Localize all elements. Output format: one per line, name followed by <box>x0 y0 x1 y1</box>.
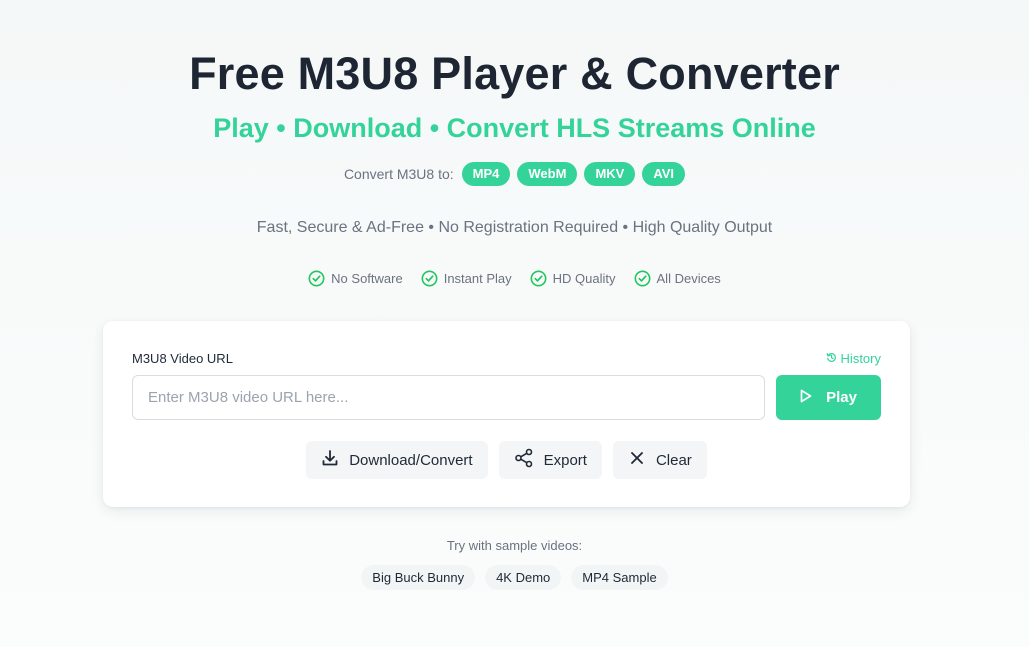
check-circle-icon <box>530 270 547 287</box>
feature-item: Instant Play <box>421 270 512 287</box>
play-button[interactable]: Play <box>776 375 881 420</box>
download-convert-button[interactable]: Download/Convert <box>306 441 488 479</box>
export-button[interactable]: Export <box>498 441 602 479</box>
feature-label: Instant Play <box>443 271 512 286</box>
sample-mp4[interactable]: MP4 Sample <box>571 565 668 590</box>
play-icon <box>800 389 812 407</box>
check-circle-icon <box>634 270 651 287</box>
feature-item: All Devices <box>634 270 721 287</box>
clear-button[interactable]: Clear <box>612 441 707 479</box>
page-title: Free M3U8 Player & Converter <box>189 48 840 99</box>
samples-label: Try with sample videos: <box>446 538 583 553</box>
url-input[interactable] <box>132 375 765 420</box>
history-button[interactable]: History <box>826 351 881 366</box>
sample-4k-demo[interactable]: 4K Demo <box>485 565 562 590</box>
format-badge-avi: AVI <box>642 162 686 186</box>
format-badge-webm: WebM <box>517 162 578 186</box>
format-badge-mp4: MP4 <box>461 162 511 186</box>
sample-list: Big Buck Bunny 4K Demo MP4 Sample <box>0 565 1029 590</box>
check-circle-icon <box>421 270 438 287</box>
history-icon <box>826 351 837 366</box>
feature-label: HD Quality <box>552 271 616 286</box>
clear-label: Clear <box>655 451 692 469</box>
feature-item: HD Quality <box>530 270 616 287</box>
formats-label: Convert M3U8 to: <box>343 166 454 182</box>
download-icon <box>321 449 339 471</box>
action-bar: Download/Convert Export Clear <box>103 441 910 479</box>
close-icon <box>628 449 646 471</box>
format-list: Convert M3U8 to: MP4 WebM MKV AVI <box>0 162 1029 186</box>
url-label: M3U8 Video URL <box>132 351 233 366</box>
feature-label: No Software <box>331 271 403 286</box>
feature-list: No Software Instant Play HD Quality All … <box>0 270 1029 287</box>
download-label: Download/Convert <box>349 451 473 469</box>
feature-item: No Software <box>308 270 403 287</box>
player-card: M3U8 Video URL History Play Download/Con… <box>103 321 910 507</box>
format-badge-mkv: MKV <box>584 162 636 186</box>
play-label: Play <box>826 389 857 406</box>
share-icon <box>514 448 534 472</box>
sample-big-buck-bunny[interactable]: Big Buck Bunny <box>361 565 476 590</box>
feature-label: All Devices <box>656 271 721 286</box>
page-subtitle: Play • Download • Convert HLS Streams On… <box>213 113 816 143</box>
history-label: History <box>840 351 881 366</box>
check-circle-icon <box>308 270 325 287</box>
export-label: Export <box>543 451 587 469</box>
tagline: Fast, Secure & Ad-Free • No Registration… <box>256 219 773 236</box>
